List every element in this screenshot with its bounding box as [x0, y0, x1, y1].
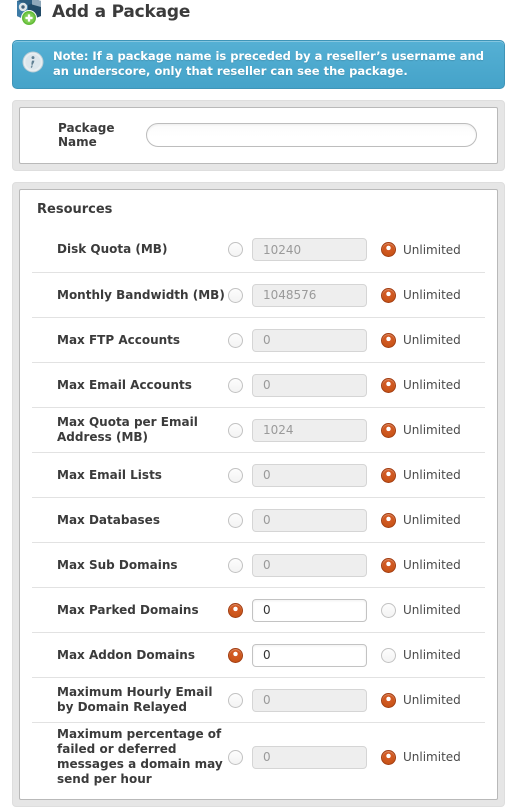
resource-value-input[interactable] — [252, 688, 367, 712]
resource-label: Maximum percentage of failed or deferred… — [57, 727, 223, 786]
package-name-panel: Package Name — [12, 100, 505, 171]
note-banner-wrapper: Note: If a package name is preceded by a… — [0, 28, 528, 89]
package-add-icon — [12, 0, 46, 28]
package-name-input[interactable] — [146, 123, 477, 147]
resource-unlimited-radio[interactable] — [381, 287, 396, 303]
resource-unlimited-radio[interactable] — [381, 602, 396, 618]
resource-row: Max Sub Domains Unlimited — [32, 542, 485, 587]
resource-unlimited-label: Unlimited — [403, 603, 461, 617]
resources-row-list: Disk Quota (MB)UnlimitedMonthly Bandwidt… — [20, 227, 497, 791]
resource-label: Max Databases — [57, 512, 160, 527]
resource-unlimited-radio[interactable] — [381, 467, 396, 483]
resource-row: Max FTP Accounts Unlimited — [32, 317, 485, 362]
resource-label: Monthly Bandwidth (MB) — [57, 287, 225, 302]
package-name-panel-inner: Package Name — [19, 107, 498, 164]
resource-row: Maximum Hourly Email by Domain Relayed Un… — [32, 677, 485, 722]
resource-label: Disk Quota (MB) — [57, 242, 168, 256]
resource-value-input[interactable] — [252, 418, 367, 442]
resource-unlimited-radio[interactable] — [381, 242, 396, 257]
resource-row: Max Parked Domains Unlimited — [32, 587, 485, 632]
resource-label: Max Email Lists — [57, 467, 162, 482]
resource-row: Max Quota per Email Address (MB) Unlimite… — [32, 407, 485, 452]
page-header: Add a Package — [0, 0, 528, 28]
resource-label: Max Quota per Email Address (MB) — [57, 415, 198, 444]
note-bold-note: Note — [53, 49, 84, 63]
resource-row: Disk Quota (MB) Unlimited — [32, 227, 485, 272]
resource-value-radio[interactable] — [228, 512, 243, 528]
page-title: Add a Package — [52, 2, 191, 22]
resource-unlimited-radio[interactable] — [381, 377, 396, 393]
resource-value-radio[interactable] — [228, 692, 243, 708]
package-name-label: Package Name — [58, 121, 115, 149]
resource-label: Max Email Accounts — [57, 377, 192, 392]
resource-label: Max Sub Domains — [57, 557, 178, 572]
resources-panel-inner: Resources Disk Quota (MB)UnlimitedMonthl… — [19, 189, 498, 800]
note-bold-only: only — [154, 64, 182, 78]
resource-label: Maximum Hourly Email by Domain Relayed — [57, 685, 213, 714]
note-text-part2: : If a package name is — [83, 49, 231, 63]
resource-unlimited-radio[interactable] — [381, 332, 396, 348]
resource-value-radio[interactable] — [228, 467, 243, 483]
resource-unlimited-radio[interactable] — [381, 749, 396, 765]
resource-value-input[interactable] — [252, 373, 367, 397]
resource-value-radio[interactable] — [228, 332, 243, 348]
resources-heading: Resources — [37, 202, 113, 217]
resource-row: Maximum percentage of failed or deferred… — [32, 722, 485, 791]
resource-row: Max Email Accounts Unlimited — [32, 362, 485, 407]
resource-unlimited-label: Unlimited — [403, 378, 461, 392]
resource-unlimited-label: Unlimited — [403, 288, 461, 302]
resource-value-input[interactable] — [252, 238, 367, 261]
resource-row: Max Addon Domains Unlimited — [32, 632, 485, 677]
resource-label: Max FTP Accounts — [57, 332, 181, 347]
resource-value-radio[interactable] — [228, 242, 243, 257]
resource-value-input[interactable] — [252, 463, 367, 487]
resource-unlimited-label: Unlimited — [403, 693, 461, 707]
resource-unlimited-label: Unlimited — [403, 558, 461, 572]
resource-value-radio[interactable] — [228, 749, 243, 765]
resource-unlimited-label: Unlimited — [403, 648, 461, 662]
resource-value-radio[interactable] — [228, 557, 243, 573]
resource-value-input[interactable] — [252, 328, 367, 352]
resource-unlimited-label: Unlimited — [403, 750, 461, 764]
resource-unlimited-label: Unlimited — [403, 242, 461, 257]
resource-value-radio[interactable] — [228, 287, 243, 303]
resource-label: Max Addon Domains — [57, 647, 195, 662]
resource-value-input[interactable] — [252, 598, 367, 622]
note-text: Note: If a package name is preceded by a… — [53, 49, 494, 79]
package-name-row: Package Name — [34, 121, 483, 149]
resource-unlimited-label: Unlimited — [403, 423, 461, 437]
resource-unlimited-radio[interactable] — [381, 647, 396, 663]
resource-value-radio[interactable] — [228, 647, 243, 663]
resource-unlimited-radio[interactable] — [381, 512, 396, 528]
resource-value-radio[interactable] — [228, 377, 243, 393]
resource-value-input[interactable] — [252, 508, 367, 532]
resource-unlimited-radio[interactable] — [381, 557, 396, 573]
note-bold-preceded: preceded — [230, 49, 291, 63]
resource-unlimited-label: Unlimited — [403, 333, 461, 347]
resource-value-input[interactable] — [252, 643, 367, 667]
resource-unlimited-label: Unlimited — [403, 468, 461, 482]
resource-value-radio[interactable] — [228, 422, 243, 438]
resource-row: Max Databases Unlimited — [32, 497, 485, 542]
resource-row: Max Email Lists Unlimited — [32, 452, 485, 497]
resource-unlimited-radio[interactable] — [381, 422, 396, 438]
resource-label: Max Parked Domains — [57, 602, 199, 617]
resource-row: Monthly Bandwidth (MB) Unlimited — [32, 272, 485, 317]
resources-panel: Resources Disk Quota (MB)UnlimitedMonthl… — [12, 182, 505, 807]
info-icon — [22, 51, 44, 73]
resource-value-radio[interactable] — [228, 602, 243, 618]
resource-unlimited-radio[interactable] — [381, 692, 396, 708]
resource-unlimited-label: Unlimited — [403, 513, 461, 527]
resource-value-input[interactable] — [252, 283, 367, 307]
note-banner: Note: If a package name is preceded by a… — [12, 40, 505, 89]
resource-value-input[interactable] — [252, 745, 367, 769]
resource-value-input[interactable] — [252, 553, 367, 577]
note-text-part6: that reseller can see the package. — [181, 64, 408, 78]
